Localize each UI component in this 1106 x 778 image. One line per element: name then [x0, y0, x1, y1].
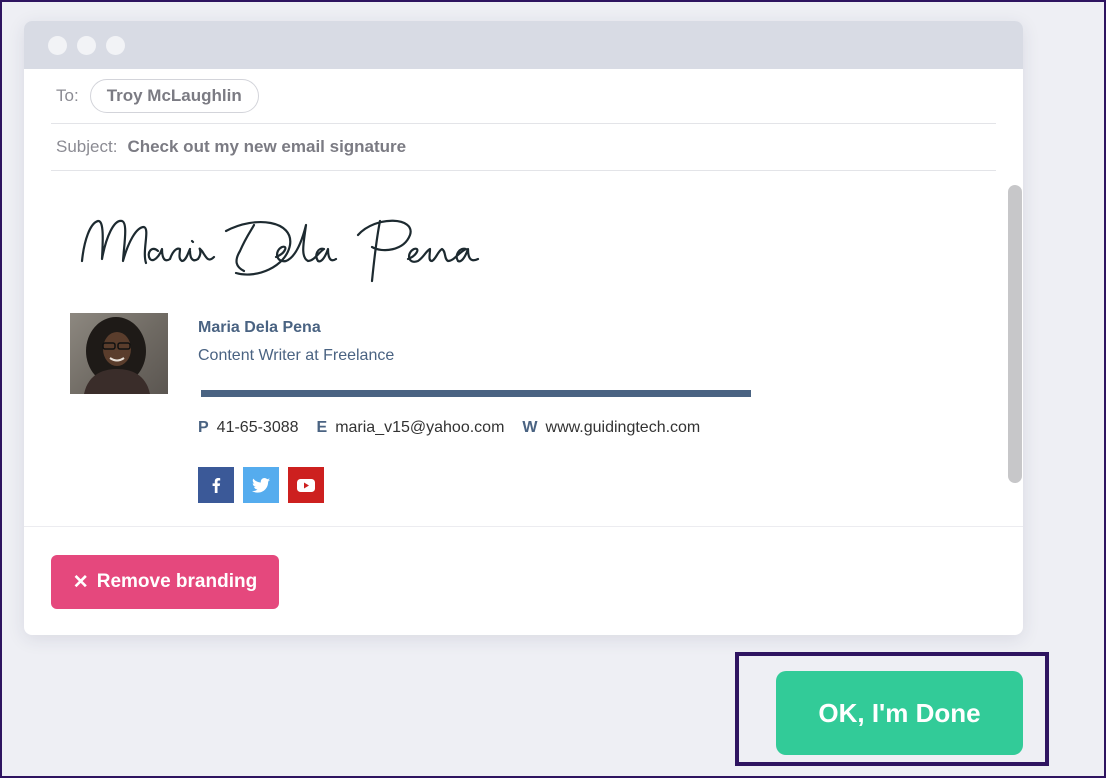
social-links [198, 467, 324, 503]
website-value[interactable]: www.guidingtech.com [546, 419, 701, 437]
website-key: W [522, 419, 538, 436]
email-preview-window: To: Troy McLaughlin Subject: Check out m… [24, 21, 1023, 635]
window-dot-icon [106, 35, 125, 55]
close-icon: ✕ [72, 571, 89, 593]
subject-label: Subject: [56, 137, 118, 156]
twitter-icon[interactable] [243, 467, 279, 503]
to-row: To: Troy McLaughlin [51, 69, 996, 124]
to-label: To: [56, 86, 79, 105]
window-titlebar [24, 21, 1023, 69]
remove-branding-button[interactable]: ✕ Remove branding [51, 555, 279, 609]
contact-line: P 41-65-3088 E maria_v15@yahoo.com W www… [198, 419, 718, 437]
window-dot-icon [48, 35, 67, 55]
phone-key: P [198, 419, 209, 436]
footer-divider [24, 526, 1023, 527]
done-button[interactable]: OK, I'm Done [776, 671, 1023, 755]
phone-value: 41-65-3088 [216, 419, 299, 436]
profile-photo [70, 313, 168, 394]
recipient-chip[interactable]: Troy McLaughlin [89, 79, 259, 113]
email-value[interactable]: maria_v15@yahoo.com [335, 419, 504, 437]
handwritten-signature [80, 219, 480, 283]
subject-row: Subject: Check out my new email signatur… [51, 124, 996, 171]
email-key: E [316, 419, 328, 436]
subject-value: Check out my new email signature [127, 137, 407, 156]
window-dot-icon [77, 35, 96, 55]
signature-title: Content Writer at Freelance [198, 347, 395, 364]
signature-name: Maria Dela Pena [198, 319, 321, 336]
youtube-icon[interactable] [288, 467, 324, 503]
facebook-icon[interactable] [198, 467, 234, 503]
remove-branding-label: Remove branding [96, 571, 258, 592]
scrollbar-thumb[interactable] [1008, 185, 1022, 483]
signature-divider [201, 390, 751, 397]
